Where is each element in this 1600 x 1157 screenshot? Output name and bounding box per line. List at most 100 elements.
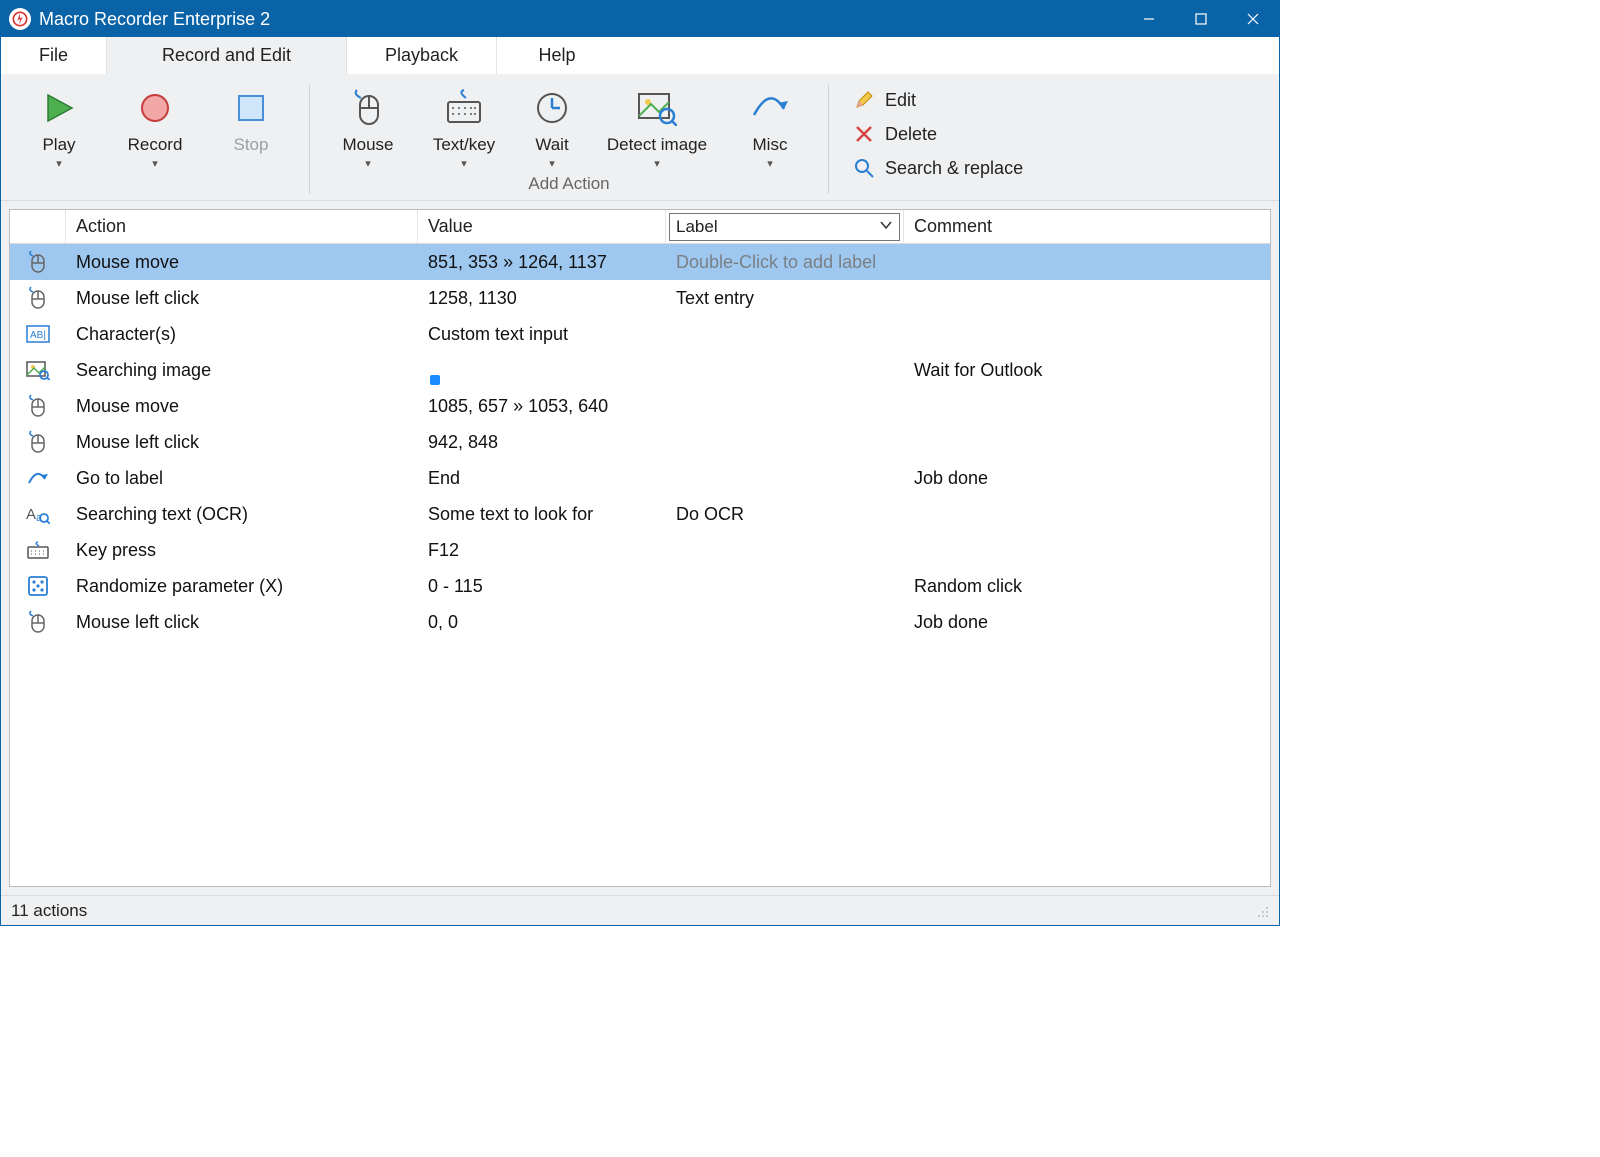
stop-icon bbox=[235, 87, 267, 129]
caret-icon: ▾ bbox=[549, 157, 555, 170]
table-row[interactable]: Mouse left click0, 0Job done bbox=[10, 604, 1270, 640]
table-row[interactable]: AB|Character(s)Custom text input bbox=[10, 316, 1270, 352]
playback-group: Play ▾ Record ▾ Stop bbox=[11, 81, 299, 192]
minimize-button[interactable] bbox=[1123, 1, 1175, 37]
cell-value: Some text to look for bbox=[418, 504, 666, 525]
col-label[interactable]: Label bbox=[666, 210, 904, 243]
abi-icon: AB| bbox=[10, 325, 66, 343]
mouse-icon bbox=[10, 610, 66, 634]
tab-record-edit-label: Record and Edit bbox=[162, 45, 291, 66]
status-text: 11 actions bbox=[11, 901, 87, 921]
mouse-icon bbox=[10, 394, 66, 418]
play-label: Play bbox=[42, 135, 75, 155]
table-row[interactable]: Randomize parameter (X)0 - 115Random cli… bbox=[10, 568, 1270, 604]
col-action[interactable]: Action bbox=[66, 210, 418, 243]
search-replace-action[interactable]: Search & replace bbox=[853, 157, 1023, 179]
add-misc-button[interactable]: Misc ▾ bbox=[722, 81, 818, 170]
cell-value: F12 bbox=[418, 540, 666, 561]
edit-action[interactable]: Edit bbox=[853, 89, 1023, 111]
table-row[interactable]: Go to labelEndJob done bbox=[10, 460, 1270, 496]
misc-icon bbox=[750, 87, 790, 129]
table-row[interactable]: Mouse move851, 353 » 1264, 1137Double-Cl… bbox=[10, 244, 1270, 280]
chevron-down-icon bbox=[879, 217, 893, 237]
tab-playback[interactable]: Playback bbox=[347, 37, 497, 74]
play-button[interactable]: Play ▾ bbox=[11, 81, 107, 170]
maximize-button[interactable] bbox=[1175, 1, 1227, 37]
group-label: Add Action bbox=[528, 174, 609, 194]
cell-value: 1085, 657 » 1053, 640 bbox=[418, 396, 666, 417]
edit-label: Edit bbox=[885, 90, 916, 111]
resize-grip-icon[interactable] bbox=[1255, 904, 1269, 918]
wait-label: Wait bbox=[535, 135, 568, 155]
cell-label: Text entry bbox=[666, 288, 904, 309]
cell-action: Mouse move bbox=[66, 252, 418, 273]
table-row[interactable]: Mouse left click1258, 1130Text entry bbox=[10, 280, 1270, 316]
image-icon bbox=[10, 360, 66, 380]
divider bbox=[309, 85, 310, 194]
add-wait-button[interactable]: Wait ▾ bbox=[512, 81, 592, 170]
window-controls bbox=[1123, 1, 1279, 37]
table-row[interactable]: Searching imageWait for Outlook bbox=[10, 352, 1270, 388]
label-filter-combo[interactable]: Label bbox=[669, 213, 900, 241]
cell-action: Randomize parameter (X) bbox=[66, 576, 418, 597]
cell-action: Go to label bbox=[66, 468, 418, 489]
search-replace-label: Search & replace bbox=[885, 158, 1023, 179]
ocr-icon: Aa bbox=[10, 504, 66, 524]
app-window: Macro Recorder Enterprise 2 File Record … bbox=[0, 0, 1280, 926]
table-header: Action Value Label Comment bbox=[10, 210, 1270, 244]
cell-action: Character(s) bbox=[66, 324, 418, 345]
caret-icon: ▾ bbox=[461, 157, 467, 170]
tab-file[interactable]: File bbox=[1, 37, 107, 74]
table-body[interactable]: Mouse move851, 353 » 1264, 1137Double-Cl… bbox=[10, 244, 1270, 886]
cell-value: End bbox=[418, 468, 666, 489]
random-icon bbox=[10, 575, 66, 597]
tab-help[interactable]: Help bbox=[497, 37, 617, 74]
cell-comment: Random click bbox=[904, 576, 1270, 597]
table-row[interactable]: AaSearching text (OCR)Some text to look … bbox=[10, 496, 1270, 532]
cell-action: Mouse move bbox=[66, 396, 418, 417]
cell-action: Mouse left click bbox=[66, 288, 418, 309]
add-mouse-button[interactable]: Mouse ▾ bbox=[320, 81, 416, 170]
cell-label: Do OCR bbox=[666, 504, 904, 525]
stop-label: Stop bbox=[234, 135, 269, 155]
detect-label: Detect image bbox=[607, 135, 707, 155]
table-row[interactable]: Mouse left click942, 848 bbox=[10, 424, 1270, 460]
window-title: Macro Recorder Enterprise 2 bbox=[39, 9, 1123, 30]
delete-action[interactable]: Delete bbox=[853, 123, 1023, 145]
action-table: Action Value Label Comment Mouse move851… bbox=[9, 209, 1271, 887]
cell-action: Mouse left click bbox=[66, 612, 418, 633]
cell-value: 851, 353 » 1264, 1137 bbox=[418, 252, 666, 273]
add-action-group: Mouse ▾ Text/key ▾ Wait ▾ Detect image ▾ bbox=[320, 81, 818, 198]
cell-value: 1258, 1130 bbox=[418, 288, 666, 309]
caret-icon: ▾ bbox=[56, 157, 62, 170]
close-button[interactable] bbox=[1227, 1, 1279, 37]
mouse-icon bbox=[351, 87, 385, 129]
table-row[interactable]: Key pressF12 bbox=[10, 532, 1270, 568]
mouse-icon bbox=[10, 430, 66, 454]
cell-action: Key press bbox=[66, 540, 418, 561]
image-search-icon bbox=[637, 87, 677, 129]
mouse-icon bbox=[10, 250, 66, 274]
cell-label: Double-Click to add label bbox=[666, 252, 904, 273]
table-area: Action Value Label Comment Mouse move851… bbox=[1, 201, 1279, 895]
col-icon[interactable] bbox=[10, 210, 66, 243]
add-detect-image-button[interactable]: Detect image ▾ bbox=[592, 81, 722, 170]
cell-action: Mouse left click bbox=[66, 432, 418, 453]
delete-label: Delete bbox=[885, 124, 937, 145]
tab-playback-label: Playback bbox=[385, 45, 458, 66]
table-row[interactable]: Mouse move1085, 657 » 1053, 640 bbox=[10, 388, 1270, 424]
tab-help-label: Help bbox=[539, 45, 576, 66]
tab-record-edit[interactable]: Record and Edit bbox=[107, 37, 347, 74]
cell-value: Custom text input bbox=[418, 324, 666, 345]
col-comment[interactable]: Comment bbox=[904, 210, 1270, 243]
add-textkey-button[interactable]: Text/key ▾ bbox=[416, 81, 512, 170]
statusbar: 11 actions bbox=[1, 895, 1279, 925]
cell-action: Searching image bbox=[66, 360, 418, 381]
divider bbox=[828, 85, 829, 194]
label-combo-text: Label bbox=[676, 217, 718, 237]
col-value[interactable]: Value bbox=[418, 210, 666, 243]
keyboard-icon bbox=[444, 87, 484, 129]
app-icon bbox=[9, 8, 31, 30]
record-button[interactable]: Record ▾ bbox=[107, 81, 203, 170]
misc-label: Misc bbox=[753, 135, 788, 155]
